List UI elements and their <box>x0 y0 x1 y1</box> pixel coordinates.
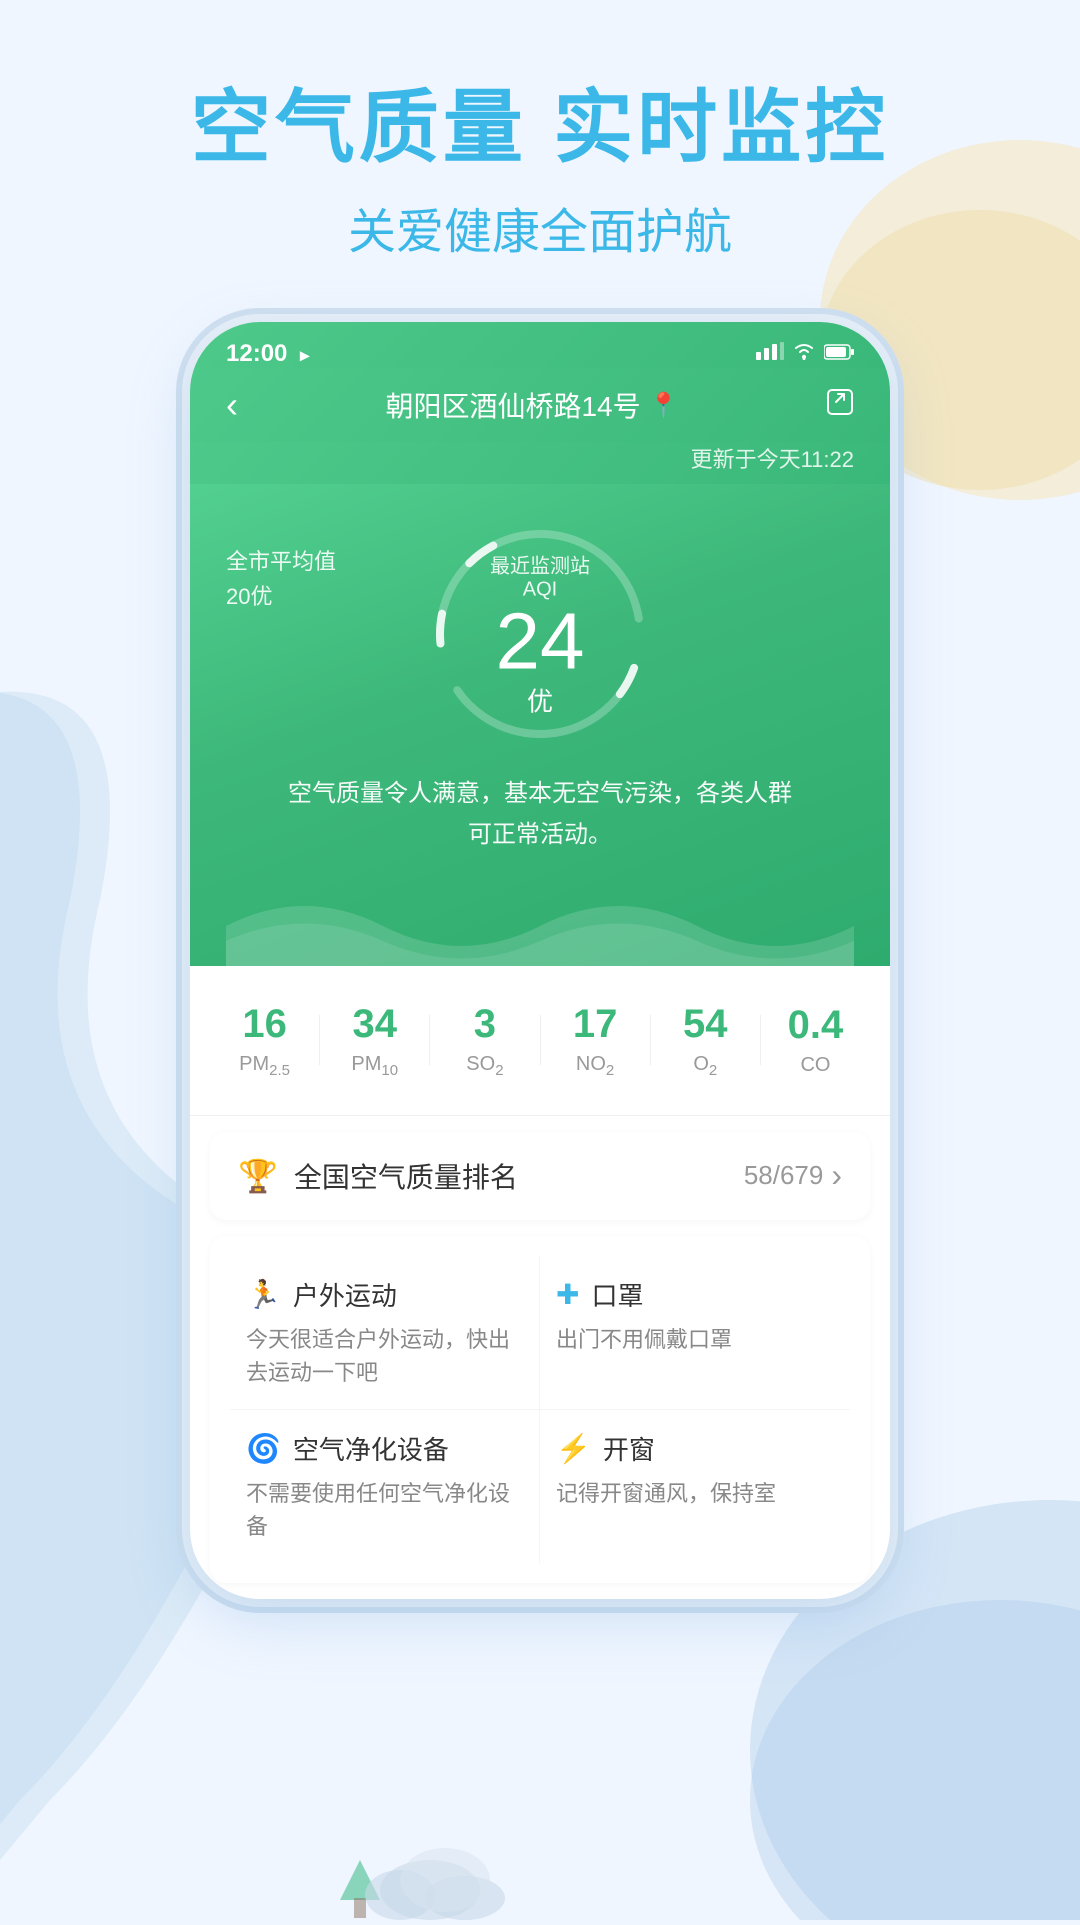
window-icon: ⚡ <box>556 1432 591 1465</box>
mask-icon: ✚ <box>556 1278 579 1311</box>
pm25-value: 16 <box>210 1002 319 1047</box>
so2-value: 3 <box>430 1002 539 1047</box>
pollutants-section: 16 PM2.5 34 PM10 3 SO2 17 NO2 <box>190 966 890 1116</box>
pollutant-no2: 17 NO2 <box>541 1002 650 1079</box>
trophy-icon: 🏆 <box>238 1157 278 1195</box>
no2-value: 17 <box>541 1002 650 1047</box>
aqi-gauge: 最近监测站AQI 24 优 <box>420 514 660 754</box>
pollutant-pm25: 16 PM2.5 <box>210 1002 319 1079</box>
tips-section: 🏃 户外运动 今天很适合户外运动，快出去运动一下吧 ✚ 口罩 出门不用佩戴口罩 <box>210 1236 870 1583</box>
pollutant-o2: 54 O2 <box>651 1002 760 1079</box>
city-average: 全市平均值20优 <box>226 544 336 614</box>
pm10-label: PM10 <box>320 1053 429 1079</box>
tip1-desc: 今天很适合户外运动，快出去运动一下吧 <box>246 1323 523 1389</box>
tip2-desc: 出门不用佩戴口罩 <box>556 1323 834 1356</box>
back-button[interactable]: ‹ <box>226 384 238 426</box>
running-icon: 🏃 <box>246 1278 281 1311</box>
tip1-title: 户外运动 <box>293 1276 397 1313</box>
co-value: 0.4 <box>761 1003 870 1048</box>
status-time: 12:00 ▸ <box>226 340 309 368</box>
aqi-section: 全市平均值20优 最近监测站AQI 24 优 <box>190 484 890 966</box>
status-icons <box>756 342 854 366</box>
share-button[interactable] <box>826 388 854 423</box>
pollutant-pm10: 34 PM10 <box>320 1002 429 1079</box>
tip-mask: ✚ 口罩 出门不用佩戴口罩 <box>540 1256 850 1410</box>
ranking-section[interactable]: 🏆 全国空气质量排名 58/679 › <box>210 1132 870 1220</box>
location-pin-icon: 📍 <box>649 391 679 420</box>
ranking-value: 58/679 <box>744 1160 824 1191</box>
gauge-center: 最近监测站AQI 24 优 <box>480 550 600 719</box>
tip-air-purifier: 🌀 空气净化设备 不需要使用任何空气净化设备 <box>230 1410 540 1563</box>
so2-label: SO2 <box>430 1053 539 1079</box>
pollutant-co: 0.4 CO <box>761 1003 870 1077</box>
phone-nav-bar: ‹ 朝阳区酒仙桥路14号 📍 <box>190 368 890 442</box>
tip4-title: 开窗 <box>603 1430 655 1467</box>
ranking-left: 🏆 全国空气质量排名 <box>238 1156 518 1196</box>
pm10-value: 34 <box>320 1002 429 1047</box>
purifier-icon: 🌀 <box>246 1432 281 1465</box>
o2-label: O2 <box>651 1053 760 1079</box>
phone-mockup: 12:00 ▸ ‹ <box>190 322 890 1599</box>
battery-icon <box>824 343 854 366</box>
location-title: 朝阳区酒仙桥路14号 📍 <box>385 385 678 425</box>
header-section: 空气质量 实时监控 关爱健康全面护航 <box>0 0 1080 262</box>
tip4-desc: 记得开窗通风，保持室 <box>556 1477 834 1510</box>
tip-outdoor-exercise: 🏃 户外运动 今天很适合户外运动，快出去运动一下吧 <box>230 1256 540 1410</box>
sub-title: 关爱健康全面护航 <box>0 192 1080 262</box>
tip2-title: 口罩 <box>591 1276 643 1313</box>
wifi-icon <box>792 342 816 366</box>
ranking-label: 全国空气质量排名 <box>294 1156 518 1196</box>
main-title: 空气质量 实时监控 <box>0 80 1080 176</box>
phone-wrapper: 12:00 ▸ ‹ <box>0 322 1080 1599</box>
tip3-title: 空气净化设备 <box>293 1430 449 1467</box>
tip3-desc: 不需要使用任何空气净化设备 <box>246 1477 523 1543</box>
tip-open-window: ⚡ 开窗 记得开窗通风，保持室 <box>540 1410 850 1563</box>
status-bar: 12:00 ▸ <box>190 322 890 368</box>
pm25-label: PM2.5 <box>210 1053 319 1079</box>
ranking-chevron: › <box>831 1157 842 1194</box>
o2-value: 54 <box>651 1002 760 1047</box>
signal-icon <box>756 342 784 366</box>
ranking-right: 58/679 › <box>744 1157 842 1194</box>
pollutant-so2: 3 SO2 <box>430 1002 539 1079</box>
co-label: CO <box>761 1054 870 1077</box>
no2-label: NO2 <box>541 1053 650 1079</box>
